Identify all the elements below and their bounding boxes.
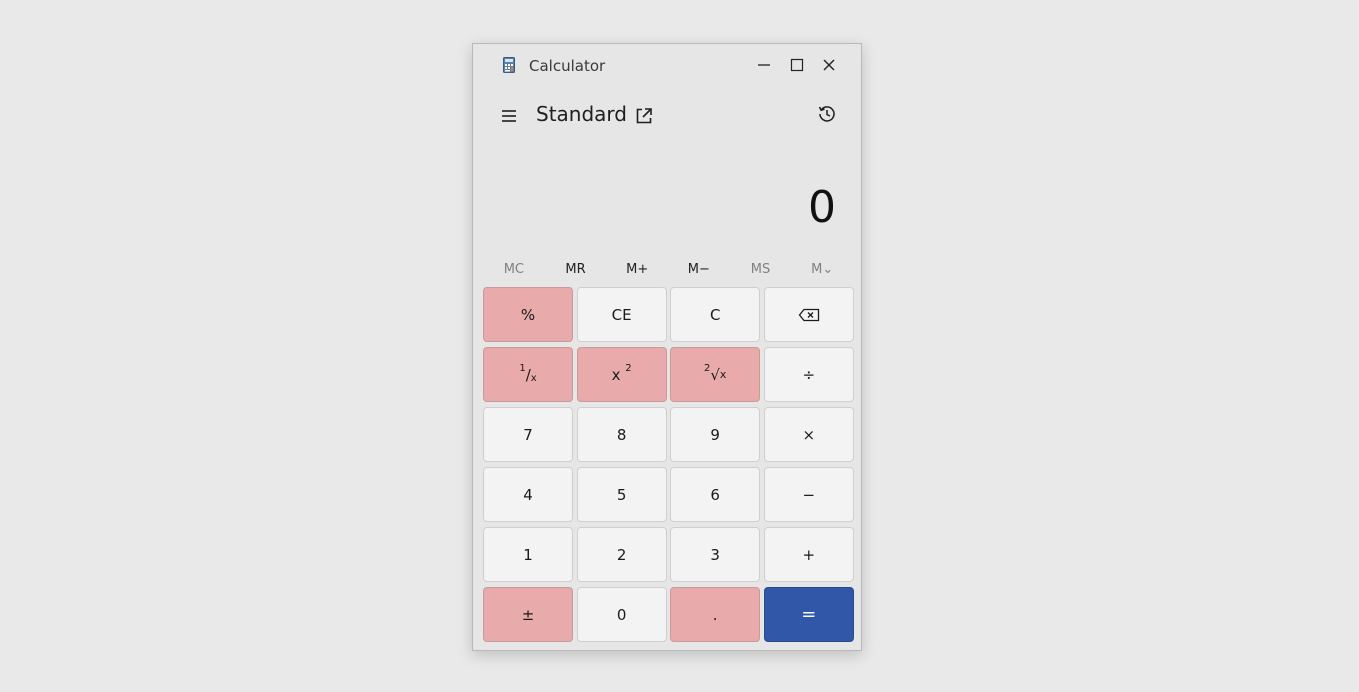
square-button[interactable]: x 2 <box>576 347 667 402</box>
percent-button[interactable]: % <box>483 287 573 342</box>
divide-button[interactable]: ÷ <box>763 347 854 402</box>
result-display: 0 <box>808 182 836 233</box>
digit-8-button[interactable]: 8 <box>576 407 667 462</box>
square-root-button[interactable]: 2 √ x <box>670 347 761 402</box>
minimize-icon <box>758 64 770 66</box>
hamburger-icon <box>502 110 516 122</box>
digit-3-button[interactable]: 3 <box>670 527 761 582</box>
backspace-button[interactable] <box>763 287 854 342</box>
mode-title: Standard <box>536 102 627 126</box>
minus-button[interactable]: − <box>763 467 854 522</box>
navigation-menu-button[interactable] <box>497 104 521 128</box>
memory-controls: MC MR M+ M− MS M⌄ <box>483 256 853 282</box>
plus-button[interactable]: + <box>763 527 854 582</box>
clear-entry-button[interactable]: CE <box>576 287 667 342</box>
digit-5-button[interactable]: 5 <box>576 467 667 522</box>
memory-add-button[interactable]: M+ <box>606 256 668 282</box>
digit-6-button[interactable]: 6 <box>670 467 761 522</box>
close-icon <box>823 59 835 71</box>
calculator-icon <box>503 57 515 73</box>
digit-9-button[interactable]: 9 <box>670 407 761 462</box>
maximize-icon <box>790 58 804 72</box>
close-button[interactable] <box>818 55 840 75</box>
keypad: % CE C 1/x x 2 2 √ x ÷ 7 8 9 × 4 5 6 − 1 2 <box>483 287 854 642</box>
negate-button[interactable]: ± <box>483 587 573 642</box>
memory-clear-button[interactable]: MC <box>483 256 545 282</box>
digit-1-button[interactable]: 1 <box>483 527 573 582</box>
keep-on-top-button[interactable] <box>633 105 655 127</box>
history-icon <box>818 106 835 122</box>
decimal-button[interactable]: . <box>670 587 761 642</box>
clear-button[interactable]: C <box>670 287 761 342</box>
digit-0-button[interactable]: 0 <box>576 587 667 642</box>
digit-2-button[interactable]: 2 <box>576 527 667 582</box>
window-title: Calculator <box>529 57 606 75</box>
open-external-icon <box>636 108 652 124</box>
calculator-window: Calculator Standard 0 MC MR M+ M− MS M⌄ … <box>472 43 862 651</box>
equals-button[interactable]: = <box>763 587 854 642</box>
backspace-icon <box>798 308 819 321</box>
calculator-header: Standard <box>473 98 861 138</box>
digit-7-button[interactable]: 7 <box>483 407 573 462</box>
reciprocal-button[interactable]: 1/x <box>483 347 573 402</box>
memory-recall-button[interactable]: MR <box>545 256 607 282</box>
digit-4-button[interactable]: 4 <box>483 467 573 522</box>
multiply-button[interactable]: × <box>763 407 854 462</box>
maximize-button[interactable] <box>786 55 808 75</box>
title-bar[interactable]: Calculator <box>473 44 861 86</box>
history-button[interactable] <box>815 102 839 126</box>
memory-list-button[interactable]: M⌄ <box>791 256 853 282</box>
memory-store-button[interactable]: MS <box>730 256 792 282</box>
memory-subtract-button[interactable]: M− <box>668 256 730 282</box>
minimize-button[interactable] <box>753 55 775 75</box>
